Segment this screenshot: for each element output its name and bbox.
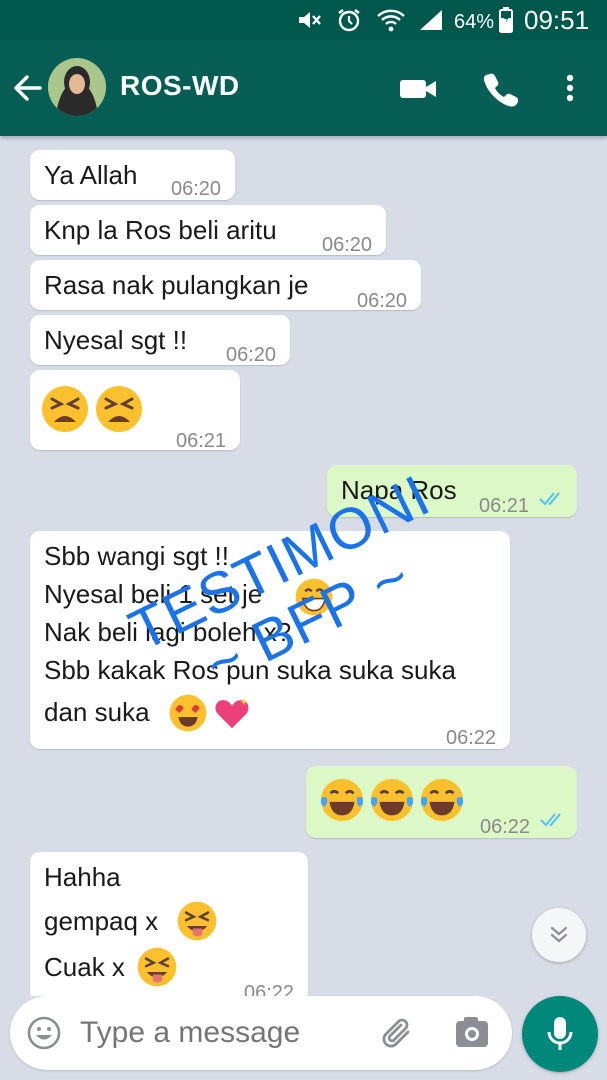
contact-name[interactable]: ROS-WD — [120, 70, 240, 102]
message-time: 06:22 — [446, 727, 497, 749]
attach-icon[interactable] — [380, 1014, 416, 1052]
message-bubble[interactable]: Sbb wangi sgt !! Nyesal beli 1 set je Na… — [30, 531, 510, 749]
message-time: 06:21 — [479, 495, 530, 517]
message-line: Hahha — [44, 862, 121, 892]
message-time: 06:21 — [176, 430, 227, 452]
message-input[interactable] — [78, 1010, 362, 1056]
message-time: 06:20 — [171, 178, 222, 200]
chat-area[interactable]: Ya Allah 06:20 Knp la Ros beli aritu 06:… — [0, 136, 607, 996]
message-line: Nak beli lagi boleh x? — [44, 617, 292, 647]
camera-icon[interactable] — [454, 1015, 490, 1051]
tears-of-joy-emoji — [420, 778, 464, 822]
message-text: Nyesal sgt !! — [44, 325, 188, 355]
tired-face-emoji — [42, 386, 88, 432]
message-line: Cuak x — [44, 952, 125, 982]
signal-icon — [420, 10, 442, 30]
mic-button[interactable] — [522, 996, 598, 1072]
battery-percentage: 64% — [454, 11, 495, 33]
message-time: 06:20 — [226, 344, 277, 366]
message-bubble-outgoing[interactable]: Napa Ros 06:21 — [327, 465, 577, 517]
mic-icon — [547, 1017, 573, 1050]
message-bubble[interactable]: Knp la Ros beli aritu 06:20 — [30, 205, 386, 256]
squinting-tongue-emoji — [177, 901, 217, 941]
heart-eyes-emoji — [169, 694, 207, 732]
sparkling-heart-emoji — [215, 697, 249, 729]
emoji-icon[interactable] — [26, 1015, 62, 1051]
message-line: gempaq x — [44, 906, 159, 936]
tired-face-emoji — [96, 386, 142, 432]
mute-icon — [299, 12, 321, 28]
message-bubble[interactable]: 06:21 — [30, 370, 240, 452]
message-line: dan suka — [44, 697, 150, 727]
video-call-icon[interactable] — [398, 68, 438, 108]
wifi-icon — [377, 9, 405, 32]
message-text: Ya Allah — [44, 160, 138, 190]
clock: 09:51 — [524, 5, 590, 35]
message-time: 06:20 — [357, 290, 408, 312]
message-bubble[interactable]: Nyesal sgt !! 06:20 — [30, 315, 290, 366]
message-bubble[interactable]: Hahha gempaq x Cuak x 06:22 — [30, 852, 308, 996]
read-ticks-icon — [539, 492, 560, 506]
scroll-to-bottom-button[interactable] — [532, 908, 586, 962]
message-line: Nyesal beli 1 set je — [44, 579, 263, 609]
tears-of-joy-emoji — [370, 778, 414, 822]
back-arrow-icon[interactable] — [12, 68, 42, 108]
battery-icon — [499, 7, 513, 33]
phone-icon[interactable] — [482, 68, 518, 108]
avatar[interactable] — [48, 58, 106, 116]
read-ticks-icon — [540, 813, 561, 827]
message-composer — [10, 996, 512, 1070]
message-bubble[interactable]: Ya Allah 06:20 — [30, 150, 235, 200]
more-vert-icon[interactable] — [560, 68, 580, 108]
double-chevron-down-icon — [550, 926, 568, 943]
chat-header: ROS-WD — [0, 40, 607, 136]
tears-of-joy-emoji — [320, 778, 364, 822]
message-time: 06:22 — [480, 816, 531, 838]
message-time: 06:22 — [244, 982, 295, 996]
message-bubble-outgoing[interactable]: 06:22 — [306, 766, 577, 838]
message-text: Napa Ros — [341, 475, 457, 505]
message-time: 06:20 — [322, 234, 373, 256]
status-bar: 64% 09:51 — [0, 0, 607, 40]
alarm-icon — [338, 9, 360, 32]
grinning-face-emoji — [295, 578, 333, 616]
message-bubble[interactable]: Rasa nak pulangkan je 06:20 — [30, 260, 421, 312]
message-line: Sbb wangi sgt !! — [44, 541, 229, 571]
squinting-tongue-emoji — [137, 947, 177, 987]
message-text: Knp la Ros beli aritu — [44, 215, 277, 245]
message-line: Sbb kakak Ros pun suka suka suka — [44, 655, 456, 685]
message-text: Rasa nak pulangkan je — [44, 270, 309, 300]
